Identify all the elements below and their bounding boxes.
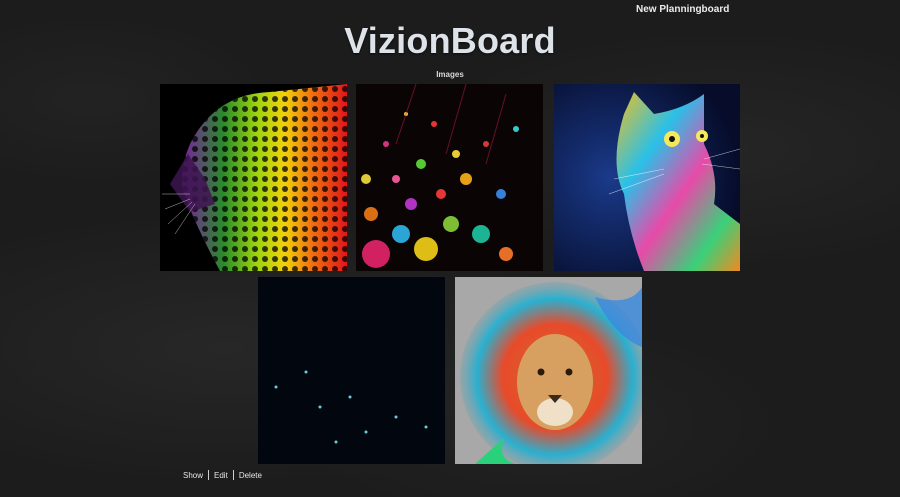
board-image-glitter[interactable]: [258, 277, 445, 464]
item-actions: Show Edit Delete: [183, 470, 262, 480]
board-image-leopard[interactable]: [160, 84, 347, 271]
action-divider: [232, 470, 234, 480]
delete-link[interactable]: Delete: [239, 471, 262, 480]
section-heading: Images: [436, 70, 464, 79]
new-planningboard-link[interactable]: New Planningboard: [636, 4, 729, 15]
board-image-lion[interactable]: [455, 277, 642, 464]
board-image-cat[interactable]: [554, 84, 740, 271]
page-title: VizionBoard: [344, 20, 556, 61]
edit-link[interactable]: Edit: [214, 471, 228, 480]
board-image-paint-splash[interactable]: [356, 84, 543, 271]
action-divider: [208, 470, 210, 480]
show-link[interactable]: Show: [183, 471, 203, 480]
